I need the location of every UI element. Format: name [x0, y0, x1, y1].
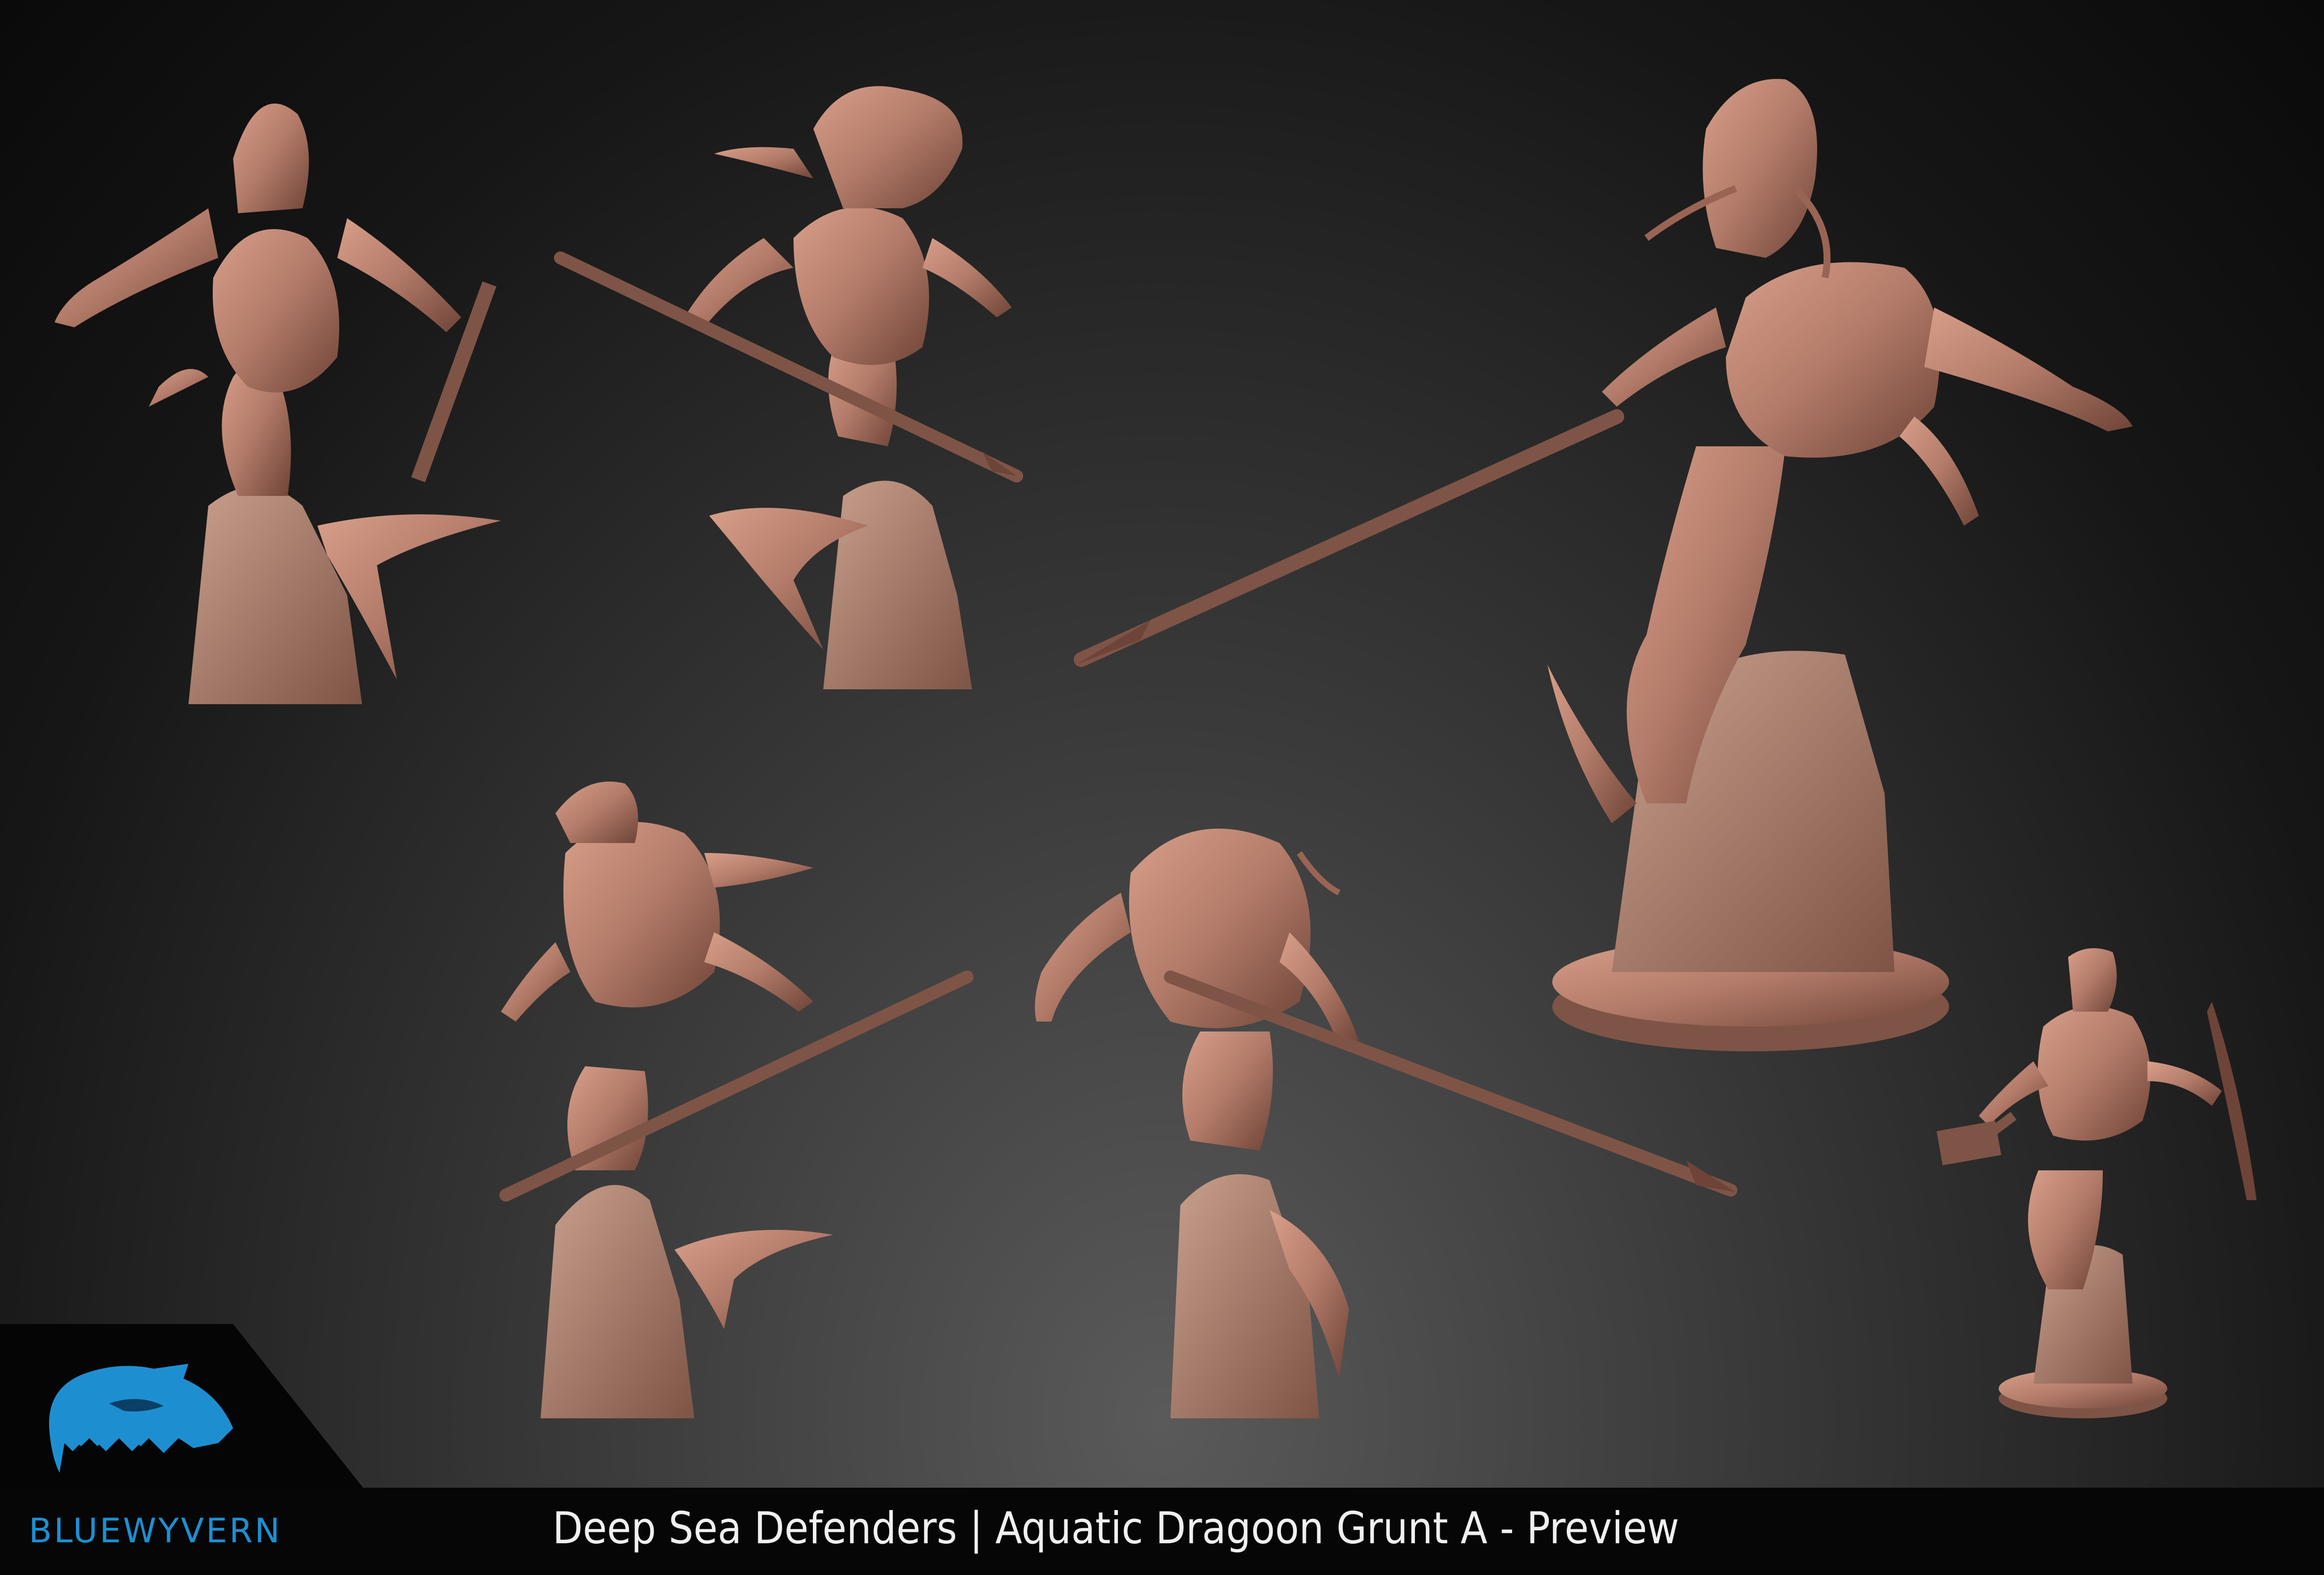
view-back-three-quarter — [55, 103, 501, 704]
view-front-spear — [554, 86, 1023, 689]
bluewyvern-logo-icon — [49, 1364, 233, 1473]
page-caption: Deep Sea Defenders | Aquatic Dragoon Gru… — [552, 1503, 1679, 1554]
view-back-left — [499, 782, 974, 1418]
brand-name: BLUEWYVERN — [29, 1512, 282, 1551]
render-stage — [55, 79, 2257, 1418]
view-small-front-weapons — [1936, 948, 2257, 1418]
